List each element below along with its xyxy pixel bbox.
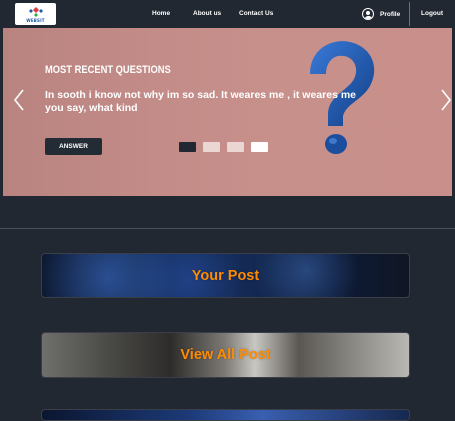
answer-button[interactable]: ANSWER <box>45 138 102 155</box>
profile-menu[interactable]: Profile <box>362 6 400 22</box>
carousel-next-arrow[interactable] <box>439 88 452 112</box>
logo-text: WEBSIT <box>26 17 45 23</box>
nav-home-link[interactable]: Home <box>152 10 170 17</box>
section-divider <box>0 228 455 229</box>
logout-link[interactable]: Logout <box>421 10 443 17</box>
carousel-indicator-3[interactable] <box>227 142 244 152</box>
profile-label: Profile <box>380 10 401 18</box>
your-post-card[interactable]: Your Post <box>41 253 410 298</box>
carousel-prev-arrow[interactable] <box>12 88 26 112</box>
hero-carousel: MOST RECENT QUESTIONS In sooth i know no… <box>3 28 452 196</box>
hero-title: MOST RECENT QUESTIONS <box>45 64 171 76</box>
navbar: WEBSIT Home About us Contact Us Profile … <box>0 0 455 28</box>
nav-divider <box>409 2 410 26</box>
logo-icon <box>28 6 43 17</box>
carousel-indicators <box>179 142 268 152</box>
nav-about-link[interactable]: About us <box>193 10 221 17</box>
your-post-label: Your Post <box>191 267 260 284</box>
question-text: In sooth i know not why im so sad. It we… <box>45 89 357 114</box>
view-all-post-label: View All Post <box>180 347 271 363</box>
carousel-indicator-2[interactable] <box>203 142 220 152</box>
logo[interactable]: WEBSIT <box>15 3 56 25</box>
carousel-indicator-4[interactable] <box>251 142 268 152</box>
view-all-post-card[interactable]: View All Post <box>41 332 410 378</box>
next-card[interactable] <box>41 409 410 421</box>
user-icon <box>362 8 374 20</box>
nav-contact-link[interactable]: Contact Us <box>239 10 273 17</box>
carousel-indicator-1[interactable] <box>179 142 196 152</box>
